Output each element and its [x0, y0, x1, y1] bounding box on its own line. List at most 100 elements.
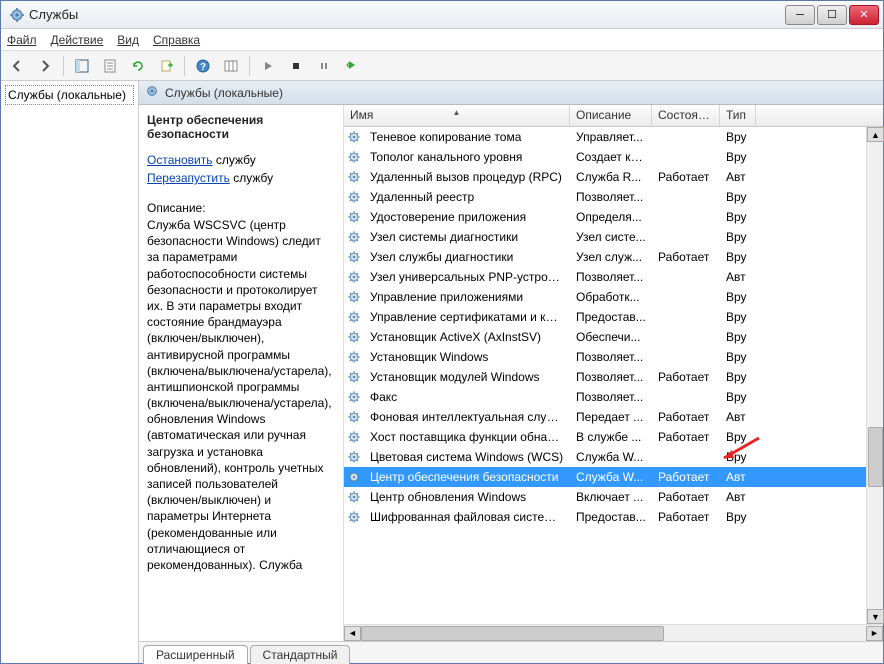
service-icon — [344, 410, 364, 424]
pause-service-button[interactable] — [312, 54, 336, 78]
cell-type: Вру — [720, 430, 756, 444]
cell-description: Обеспечи... — [570, 330, 652, 344]
cell-name: Управление приложениями — [364, 290, 570, 304]
show-hide-tree-button[interactable] — [70, 54, 94, 78]
service-row[interactable]: Удостоверение приложенияОпределя...Вру — [344, 207, 866, 227]
menu-help[interactable]: Справка — [153, 33, 200, 47]
cell-name: Теневое копирование тома — [364, 130, 570, 144]
service-row[interactable]: Хост поставщика функции обнаруженияВ слу… — [344, 427, 866, 447]
properties-button[interactable] — [98, 54, 122, 78]
service-icon — [344, 270, 364, 284]
service-row[interactable]: Узел системы диагностикиУзел систе...Вру — [344, 227, 866, 247]
cell-type: Вру — [720, 390, 756, 404]
service-row[interactable]: Установщик ActiveX (AxInstSV)Обеспечи...… — [344, 327, 866, 347]
column-header-state[interactable]: Состояние — [652, 105, 720, 126]
service-row[interactable]: Фоновая интеллектуальная служба пер...Пе… — [344, 407, 866, 427]
cell-name: Удаленный вызов процедур (RPC) — [364, 170, 570, 184]
cell-description: Служба R... — [570, 170, 652, 184]
columns-button[interactable] — [219, 54, 243, 78]
service-row[interactable]: Управление приложениямиОбработк...Вру — [344, 287, 866, 307]
list-body[interactable]: Теневое копирование томаУправляет...ВруТ… — [344, 127, 866, 624]
menu-action[interactable]: Действие — [51, 33, 104, 47]
service-row[interactable]: Шифрованная файловая система (EFS)Предос… — [344, 507, 866, 527]
column-header-description[interactable]: Описание — [570, 105, 652, 126]
refresh-button[interactable] — [126, 54, 150, 78]
service-row[interactable]: Тополог канального уровняСоздает ка...Вр… — [344, 147, 866, 167]
svg-text:?: ? — [200, 62, 206, 73]
tab-standard[interactable]: Стандартный — [250, 645, 351, 664]
description-text: Служба WSCSVC (центр безопасности Window… — [147, 217, 335, 573]
cell-description: Передает ... — [570, 410, 652, 424]
column-header-name[interactable]: Имя▲ — [344, 105, 570, 126]
stop-service-button[interactable] — [284, 54, 308, 78]
cell-state: Работает — [652, 490, 720, 504]
cell-type: Вру — [720, 150, 756, 164]
cell-type: Вру — [720, 290, 756, 304]
tree-item-services-local[interactable]: Службы (локальные) — [5, 85, 134, 105]
cell-name: Факс — [364, 390, 570, 404]
cell-description: Узел служ... — [570, 250, 652, 264]
maximize-button[interactable]: ☐ — [817, 5, 847, 25]
cell-name: Удостоверение приложения — [364, 210, 570, 224]
scroll-up-button[interactable]: ▲ — [867, 127, 884, 142]
service-row[interactable]: Центр обеспечения безопасностиСлужба W..… — [344, 467, 866, 487]
scrollbar-thumb[interactable] — [868, 427, 883, 487]
pane-content: Центр обеспечения безопасности Остановит… — [139, 105, 883, 641]
start-service-button[interactable] — [256, 54, 280, 78]
menu-view[interactable]: Вид — [117, 33, 139, 47]
titlebar[interactable]: Службы ─ ☐ ✕ — [1, 1, 883, 29]
scroll-down-button[interactable]: ▼ — [867, 609, 884, 624]
service-row[interactable]: Управление сертификатами и ключом ...Пре… — [344, 307, 866, 327]
restart-service-link[interactable]: Перезапустить — [147, 171, 230, 185]
list-header: Имя▲ Описание Состояние Тип — [344, 105, 883, 127]
cell-description: Узел систе... — [570, 230, 652, 244]
service-row[interactable]: Удаленный реестрПозволяет...Вру — [344, 187, 866, 207]
service-row[interactable]: Установщик модулей WindowsПозволяет...Ра… — [344, 367, 866, 387]
restart-service-button[interactable] — [340, 54, 364, 78]
menu-file[interactable]: Файл — [7, 33, 37, 47]
service-row[interactable]: Цветовая система Windows (WCS)Служба W..… — [344, 447, 866, 467]
tab-extended[interactable]: Расширенный — [143, 645, 248, 664]
cell-state: Работает — [652, 470, 720, 484]
horizontal-scrollbar[interactable]: ◄ ► — [344, 624, 883, 641]
service-row[interactable]: Установщик WindowsПозволяет...Вру — [344, 347, 866, 367]
cell-state: Работает — [652, 410, 720, 424]
scroll-right-button[interactable]: ► — [866, 626, 883, 641]
service-row[interactable]: ФаксПозволяет...Вру — [344, 387, 866, 407]
cell-name: Установщик Windows — [364, 350, 570, 364]
nav-back-button[interactable] — [5, 54, 29, 78]
service-icon — [344, 250, 364, 264]
cell-description: Позволяет... — [570, 370, 652, 384]
service-icon — [344, 430, 364, 444]
console-tree[interactable]: Службы (локальные) — [1, 81, 139, 663]
nav-forward-button[interactable] — [33, 54, 57, 78]
minimize-button[interactable]: ─ — [785, 5, 815, 25]
cell-name: Установщик ActiveX (AxInstSV) — [364, 330, 570, 344]
cell-description: Создает ка... — [570, 150, 652, 164]
services-icon — [145, 84, 159, 101]
service-row[interactable]: Центр обновления WindowsВключает ...Рабо… — [344, 487, 866, 507]
scroll-left-button[interactable]: ◄ — [344, 626, 361, 641]
service-icon — [344, 350, 364, 364]
vertical-scrollbar[interactable]: ▲ ▼ — [866, 127, 883, 624]
sort-ascending-icon: ▲ — [453, 108, 461, 117]
service-icon — [344, 290, 364, 304]
cell-description: Предостав... — [570, 310, 652, 324]
service-row[interactable]: Узел службы диагностикиУзел служ...Работ… — [344, 247, 866, 267]
cell-type: Вру — [720, 310, 756, 324]
scrollbar-thumb[interactable] — [361, 626, 664, 641]
cell-name: Шифрованная файловая система (EFS) — [364, 510, 570, 524]
service-row[interactable]: Теневое копирование томаУправляет...Вру — [344, 127, 866, 147]
cell-description: Позволяет... — [570, 350, 652, 364]
cell-name: Центр обеспечения безопасности — [364, 470, 570, 484]
close-button[interactable]: ✕ — [849, 5, 879, 25]
column-header-type[interactable]: Тип — [720, 105, 756, 126]
service-icon — [344, 190, 364, 204]
help-button[interactable]: ? — [191, 54, 215, 78]
service-row[interactable]: Удаленный вызов процедур (RPC)Служба R..… — [344, 167, 866, 187]
cell-name: Установщик модулей Windows — [364, 370, 570, 384]
stop-service-link[interactable]: Остановить — [147, 153, 213, 167]
service-row[interactable]: Узел универсальных PNP-устройствПозволяе… — [344, 267, 866, 287]
export-button[interactable] — [154, 54, 178, 78]
cell-state: Работает — [652, 250, 720, 264]
